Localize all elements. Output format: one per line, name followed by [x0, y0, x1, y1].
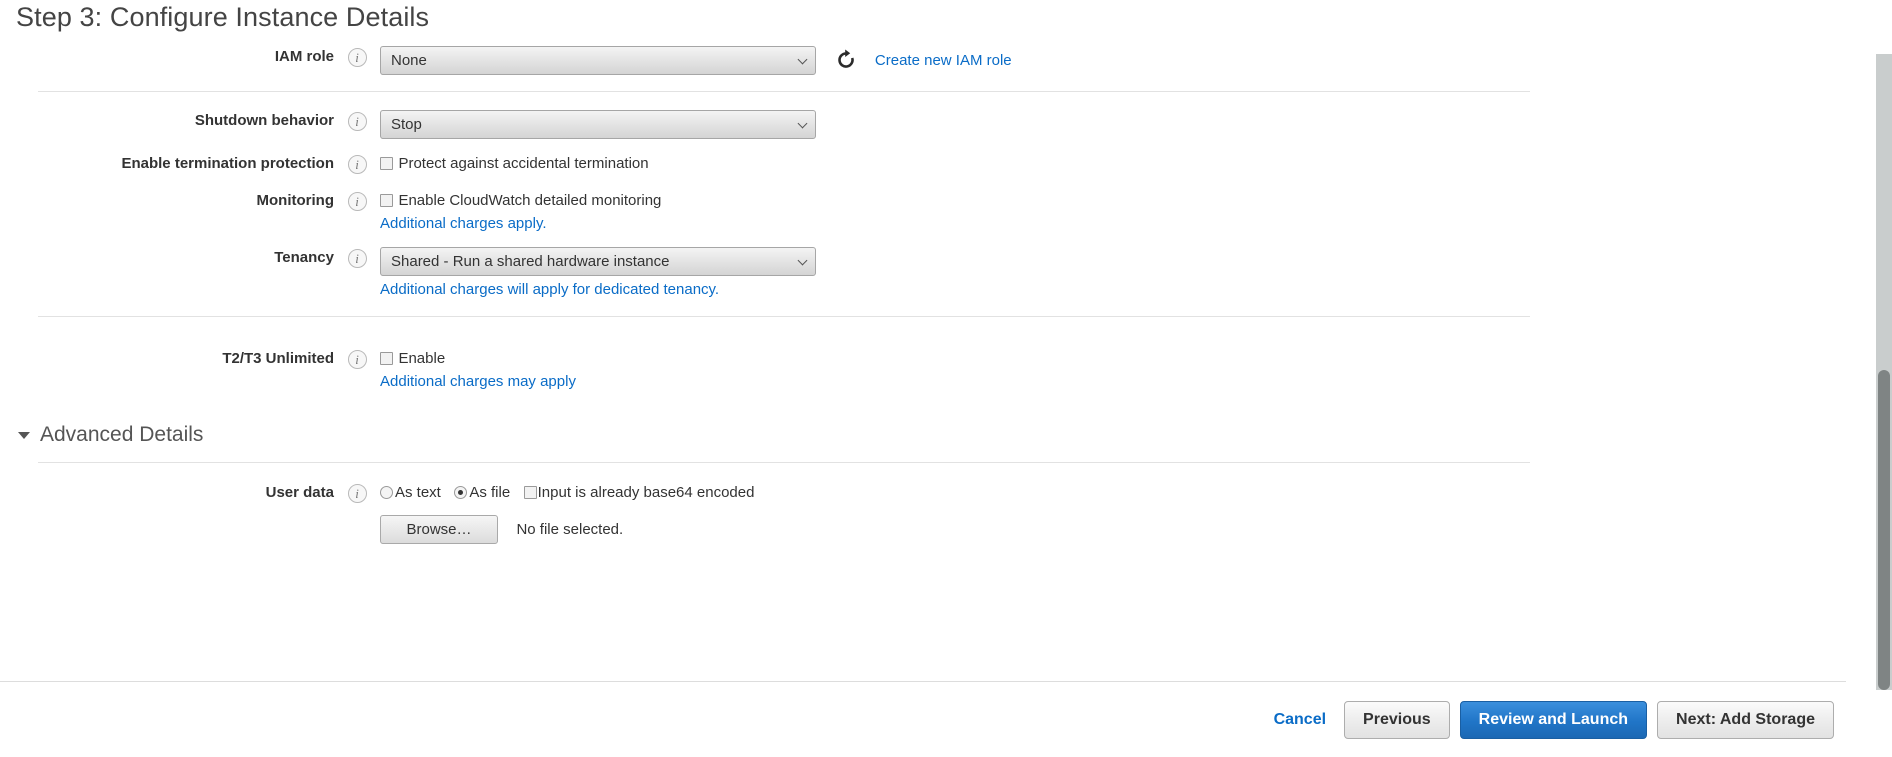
t2-t3-unlimited-field: Enable Additional charges may apply [380, 346, 1846, 390]
user-data-base64-label[interactable]: Input is already base64 encoded [538, 484, 755, 501]
advanced-details-title: Advanced Details [40, 423, 203, 447]
form-row-tenancy: Tenancy i Shared - Run a shared hardware… [0, 245, 1846, 298]
termination-protection-checkbox[interactable] [380, 157, 393, 170]
chevron-down-icon [798, 255, 808, 265]
chevron-down-icon [798, 118, 808, 128]
user-data-as-file-radio[interactable] [454, 486, 467, 499]
t2-t3-unlimited-info-cell: i [334, 346, 380, 369]
iam-role-info-cell: i [334, 44, 380, 67]
create-new-iam-role-link[interactable]: Create new IAM role [875, 52, 1012, 69]
user-data-label: User data [0, 480, 334, 501]
iam-role-field: None Create new IAM role [380, 44, 1846, 75]
info-icon[interactable]: i [348, 48, 367, 67]
termination-protection-checkbox-label[interactable]: Protect against accidental termination [398, 155, 648, 172]
monitoring-checkbox[interactable] [380, 194, 393, 207]
iam-role-select[interactable]: None [380, 46, 816, 75]
tenancy-select[interactable]: Shared - Run a shared hardware instance [380, 247, 816, 276]
iam-role-label: IAM role [0, 44, 334, 65]
shutdown-behavior-field: Stop [380, 108, 1846, 139]
termination-protection-field: Protect against accidental termination [380, 151, 1846, 173]
shutdown-behavior-select[interactable]: Stop [380, 110, 816, 139]
monitoring-field: Enable CloudWatch detailed monitoring Ad… [380, 188, 1846, 232]
browse-button[interactable]: Browse… [380, 515, 498, 544]
tenancy-info-cell: i [334, 245, 380, 268]
info-icon[interactable]: i [348, 155, 367, 174]
form-row-termination-protection: Enable termination protection i Protect … [0, 151, 1846, 174]
shutdown-behavior-label: Shutdown behavior [0, 108, 334, 129]
shutdown-behavior-selected-value: Stop [391, 116, 422, 133]
advanced-details-header[interactable]: Advanced Details [18, 423, 258, 447]
page-title: Step 3: Configure Instance Details [16, 2, 429, 33]
monitoring-checkbox-label[interactable]: Enable CloudWatch detailed monitoring [398, 192, 661, 209]
info-icon[interactable]: i [348, 350, 367, 369]
user-data-as-file-label[interactable]: As file [469, 484, 510, 501]
configure-instance-details-page: Step 3: Configure Instance Details IAM r… [0, 0, 1892, 757]
info-icon[interactable]: i [348, 112, 367, 131]
t2-t3-unlimited-checkbox-label[interactable]: Enable [398, 350, 445, 367]
tenancy-label: Tenancy [0, 245, 334, 266]
user-data-as-text-radio[interactable] [380, 486, 393, 499]
monitoring-info-cell: i [334, 188, 380, 211]
t2-t3-unlimited-label: T2/T3 Unlimited [0, 346, 334, 367]
tenancy-selected-value: Shared - Run a shared hardware instance [391, 253, 670, 270]
termination-protection-info-cell: i [334, 151, 380, 174]
form-row-iam-role: IAM role i None Create new IAM role [0, 44, 1846, 75]
info-icon[interactable]: i [348, 484, 367, 503]
divider [38, 462, 1530, 463]
termination-protection-label: Enable termination protection [0, 151, 334, 172]
refresh-icon[interactable] [834, 48, 858, 72]
user-data-as-file-option[interactable]: As file [454, 484, 510, 502]
form-row-monitoring: Monitoring i Enable CloudWatch detailed … [0, 188, 1846, 232]
footer-actions: Cancel Previous Review and Launch Next: … [0, 681, 1846, 757]
divider [38, 91, 1530, 92]
form-row-t2-t3-unlimited: T2/T3 Unlimited i Enable Additional char… [0, 346, 1846, 390]
info-icon[interactable]: i [348, 249, 367, 268]
next-add-storage-button[interactable]: Next: Add Storage [1657, 701, 1834, 739]
user-data-as-text-option[interactable]: As text [380, 484, 441, 502]
info-icon[interactable]: i [348, 192, 367, 211]
previous-button[interactable]: Previous [1344, 701, 1450, 739]
iam-role-selected-value: None [391, 52, 427, 69]
chevron-down-icon [798, 54, 808, 64]
monitoring-charges-link[interactable]: Additional charges apply. [380, 215, 1846, 232]
user-data-as-text-label[interactable]: As text [395, 484, 441, 501]
tenancy-field: Shared - Run a shared hardware instance … [380, 245, 1846, 298]
monitoring-label: Monitoring [0, 188, 334, 209]
form-row-shutdown-behavior: Shutdown behavior i Stop [0, 108, 1846, 139]
caret-down-icon [18, 432, 30, 439]
user-data-file-row: Browse… No file selected. [380, 515, 1846, 544]
user-data-base64-option[interactable]: Input is already base64 encoded [524, 484, 755, 502]
divider [38, 316, 1530, 317]
shutdown-behavior-info-cell: i [334, 108, 380, 131]
user-data-field: As text As file Input is already base64 … [380, 480, 1846, 544]
vertical-scrollbar[interactable] [1876, 54, 1892, 690]
t2-t3-unlimited-checkbox[interactable] [380, 352, 393, 365]
user-data-info-cell: i [334, 480, 380, 503]
instance-details-form: IAM role i None Create new IAM role [0, 44, 1846, 544]
t2-t3-unlimited-charges-link[interactable]: Additional charges may apply [380, 373, 1846, 390]
form-row-user-data: User data i As text As file Input is alr… [0, 480, 1846, 544]
file-status-text: No file selected. [516, 521, 623, 538]
scrollbar-thumb[interactable] [1878, 370, 1890, 690]
review-and-launch-button[interactable]: Review and Launch [1460, 701, 1647, 739]
user-data-base64-checkbox[interactable] [524, 486, 537, 499]
cancel-button[interactable]: Cancel [1266, 711, 1334, 729]
tenancy-charges-link[interactable]: Additional charges will apply for dedica… [380, 281, 1846, 298]
